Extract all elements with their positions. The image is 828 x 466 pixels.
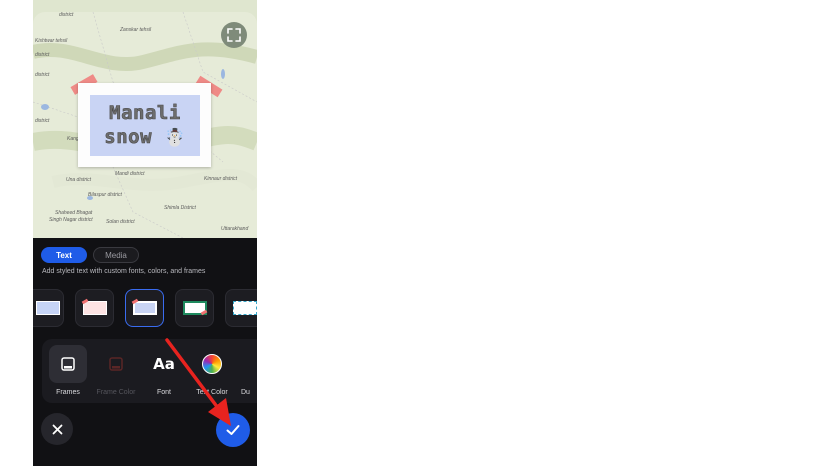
tool-label-partial: Du <box>241 389 250 396</box>
tool-font[interactable]: Aa Font <box>145 345 183 399</box>
check-icon <box>226 425 240 435</box>
sticker-text-area: Manali snow ☃️ <box>90 95 200 156</box>
tool-text-color[interactable]: Text Color <box>193 345 231 399</box>
map-label: Kinnaur district <box>204 176 238 182</box>
map-label: district <box>35 52 50 58</box>
map-label: Una district <box>66 177 92 183</box>
map-label: Solan district <box>106 219 135 225</box>
frame-option-5[interactable] <box>225 289 257 327</box>
close-icon <box>52 424 62 434</box>
frame-thumbnail <box>83 301 107 315</box>
tool-label-frame-color: Frame Color <box>96 389 136 396</box>
map-label: Uttarakhand <box>221 226 249 232</box>
font-glyph: Aa <box>153 355 175 373</box>
text-sticker[interactable]: Manali snow ☃️ <box>78 83 211 167</box>
fullscreen-button[interactable] <box>221 22 247 48</box>
map-label: Zanskar tehsil <box>120 27 152 33</box>
frame-thumbnail <box>233 301 257 315</box>
frame-color-swatch-icon <box>109 357 123 371</box>
color-wheel <box>202 354 222 374</box>
tool-partial[interactable]: Du <box>241 345 257 399</box>
frame-color-icon <box>97 345 135 383</box>
editor-panel: Text Media Add styled text with custom f… <box>33 238 257 466</box>
frame-option-2[interactable] <box>75 289 114 327</box>
tool-label-text-color: Text Color <box>196 389 228 396</box>
frames-icon <box>49 345 87 383</box>
close-button[interactable] <box>41 413 73 445</box>
frame-option-3-selected[interactable] <box>125 289 164 327</box>
frame-option-4[interactable] <box>175 289 214 327</box>
tool-label-font: Font <box>156 389 171 396</box>
fullscreen-icon <box>227 28 241 42</box>
map-label: Shaheed Bhagat <box>55 210 93 216</box>
panel-description: Add styled text with custom fonts, color… <box>42 268 206 275</box>
sticker-word: snow <box>104 126 153 149</box>
font-icon: Aa <box>145 345 183 383</box>
color-wheel-icon <box>193 345 231 383</box>
frame-square-icon <box>61 357 75 371</box>
frame-thumbnail <box>133 301 157 315</box>
tab-text[interactable]: Text <box>41 247 87 263</box>
map-label: district <box>59 12 74 18</box>
phone-screen: district Zanskar tehsil Kishtwar tehsil … <box>33 0 257 466</box>
sticker-line-2: snow ☃️ <box>104 125 185 150</box>
tab-media[interactable]: Media <box>93 247 139 263</box>
tool-bar: Frames Frame Color Aa Font Text Color Du <box>42 339 257 403</box>
map-label: district <box>35 72 50 78</box>
map-label: Mandi district <box>115 171 145 177</box>
tool-frame-color[interactable]: Frame Color <box>97 345 135 399</box>
confirm-button[interactable] <box>216 413 250 447</box>
map-label: Singh Nagar district <box>49 217 93 223</box>
frame-thumbnail <box>36 301 60 315</box>
snowman-emoji: ☃️ <box>164 128 186 148</box>
map-label: district <box>35 118 50 124</box>
frame-option-1[interactable] <box>33 289 64 327</box>
map-label: Shimla District <box>164 205 196 211</box>
sticker-line-1: Manali <box>109 102 181 125</box>
tool-label-frames: Frames <box>56 389 80 396</box>
tool-frames[interactable]: Frames <box>49 345 87 399</box>
map-label: Bilaspur district <box>88 192 122 198</box>
map-label: Kishtwar tehsil <box>35 38 68 44</box>
